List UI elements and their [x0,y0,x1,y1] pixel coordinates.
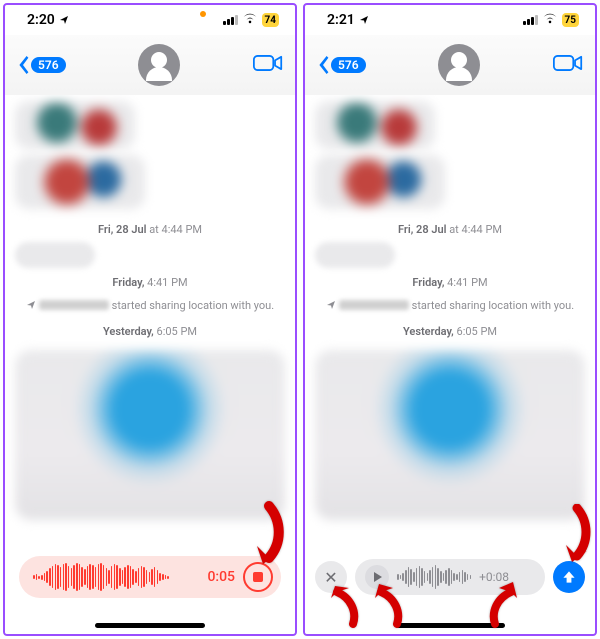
message-bubble-blurred [15,242,95,268]
back-button[interactable]: 576 [317,56,366,74]
location-services-icon [359,15,369,25]
arrow-up-icon [561,569,577,585]
phone-screenshot-recording: 2:20 74 576 [3,3,297,636]
timestamp-separator: Fri, 28 Jul at 4:44 PM [305,223,595,236]
cellular-signal-icon [223,15,238,25]
recording-waveform [33,562,169,592]
timestamp-separator: Friday, 4:41 PM [305,276,595,289]
conversation-scroll[interactable]: Fri, 28 Jul at 4:44 PM Friday, 4:41 PM s… [5,95,295,634]
play-audio-button[interactable] [365,565,389,589]
status-time: 2:20 [27,12,55,28]
timestamp-separator: Friday, 4:41 PM [5,276,295,289]
conversation-header: 576 [5,35,295,95]
audio-preview-bar: ✕ +0:08 [315,556,585,598]
unread-count-badge: 576 [31,57,66,73]
playback-waveform[interactable] [397,562,471,592]
contact-avatar[interactable] [438,44,480,86]
status-time: 2:21 [327,12,355,28]
status-bar: 2:21 75 [305,5,595,35]
audio-duration: +0:08 [479,570,509,584]
back-button[interactable]: 576 [17,56,66,74]
timestamp-separator: Yesterday, 6:05 PM [5,325,295,338]
message-bubble-blurred [15,101,135,149]
timestamp-separator: Yesterday, 6:05 PM [305,325,595,338]
wifi-icon [542,12,558,28]
battery-indicator: 75 [562,13,579,27]
conversation-header: 576 [305,35,595,95]
home-indicator[interactable] [395,623,505,628]
timestamp-separator: Fri, 28 Jul at 4:44 PM [5,223,295,236]
phone-screenshot-playback: 2:21 75 576 [303,3,597,636]
audio-recording-bar: 0:05 [19,556,281,598]
media-attachment-blurred[interactable] [315,350,585,520]
message-bubble-blurred [315,155,445,209]
message-bubble-blurred [315,101,435,149]
stop-recording-button[interactable] [243,562,273,592]
cancel-audio-button[interactable]: ✕ [315,561,347,593]
media-attachment-blurred[interactable] [15,350,285,520]
cellular-signal-icon [523,15,538,25]
home-indicator[interactable] [95,623,205,628]
message-bubble-blurred [15,155,145,209]
audio-playback-capsule: +0:08 [355,559,545,595]
wifi-icon [242,12,258,28]
location-services-icon [59,15,69,25]
microphone-active-dot [200,11,206,17]
recording-elapsed-time: 0:05 [207,569,235,585]
unread-count-badge: 576 [331,57,366,73]
close-icon: ✕ [324,568,337,587]
location-sharing-notice: started sharing location with you. [317,299,583,313]
facetime-button[interactable] [553,53,583,77]
facetime-button[interactable] [253,53,283,77]
send-audio-button[interactable] [553,561,585,593]
location-sharing-notice: started sharing location with you. [17,299,283,313]
contact-avatar[interactable] [138,44,180,86]
status-bar: 2:20 74 [5,5,295,35]
battery-indicator: 74 [262,13,279,27]
message-bubble-blurred [315,242,395,268]
conversation-scroll[interactable]: Fri, 28 Jul at 4:44 PM Friday, 4:41 PM s… [305,95,595,634]
